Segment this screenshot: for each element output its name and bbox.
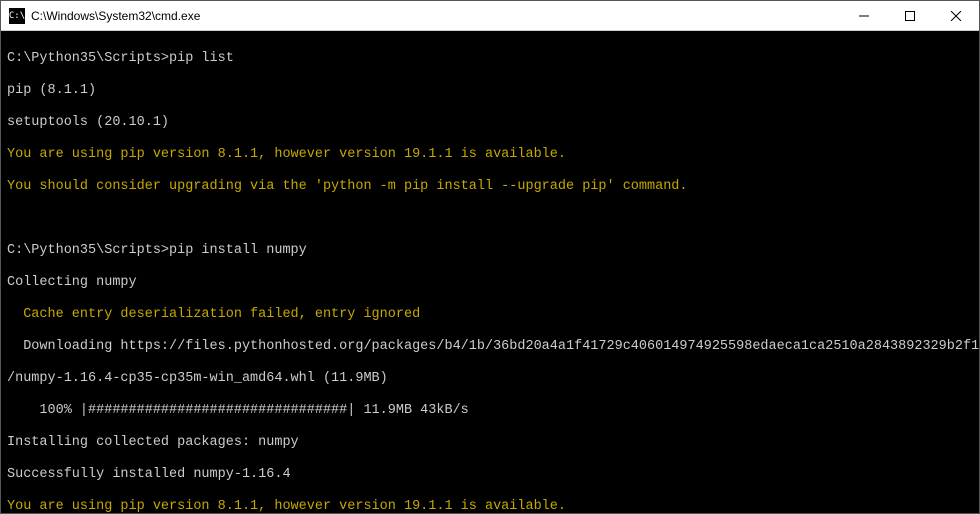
output-line: Successfully installed numpy-1.16.4 — [7, 467, 973, 483]
window-controls — [841, 1, 979, 30]
output-line: Downloading https://files.pythonhosted.o… — [7, 339, 973, 355]
cmd-window: C:\ C:\Windows\System32\cmd.exe C:\Pytho… — [0, 0, 980, 514]
window-title: C:\Windows\System32\cmd.exe — [31, 9, 841, 23]
warning-line: You should consider upgrading via the 'p… — [7, 179, 973, 195]
close-icon — [951, 11, 961, 21]
terminal-output[interactable]: C:\Python35\Scripts>pip list pip (8.1.1)… — [1, 31, 979, 513]
prompt-line: C:\Python35\Scripts>pip install numpy — [7, 243, 973, 259]
command: pip list — [169, 51, 234, 66]
output-line: setuptools (20.10.1) — [7, 115, 973, 131]
warning-line: Cache entry deserialization failed, entr… — [7, 307, 973, 323]
output-line: /numpy-1.16.4-cp35-cp35m-win_amd64.whl (… — [7, 371, 973, 387]
output-line: Collecting numpy — [7, 275, 973, 291]
minimize-icon — [859, 11, 869, 21]
close-button[interactable] — [933, 1, 979, 30]
warning-line: You are using pip version 8.1.1, however… — [7, 499, 973, 513]
command: pip install numpy — [169, 243, 307, 258]
output-line: Installing collected packages: numpy — [7, 435, 973, 451]
maximize-icon — [905, 11, 915, 21]
minimize-button[interactable] — [841, 1, 887, 30]
prompt: C:\Python35\Scripts> — [7, 51, 169, 66]
maximize-button[interactable] — [887, 1, 933, 30]
output-line: pip (8.1.1) — [7, 83, 973, 99]
prompt-line: C:\Python35\Scripts>pip list — [7, 51, 973, 67]
blank-line — [7, 211, 973, 227]
progress-line: 100% |################################| … — [7, 403, 973, 419]
titlebar[interactable]: C:\ C:\Windows\System32\cmd.exe — [1, 1, 979, 31]
warning-line: You are using pip version 8.1.1, however… — [7, 147, 973, 163]
prompt: C:\Python35\Scripts> — [7, 243, 169, 258]
cmd-icon: C:\ — [9, 8, 25, 24]
